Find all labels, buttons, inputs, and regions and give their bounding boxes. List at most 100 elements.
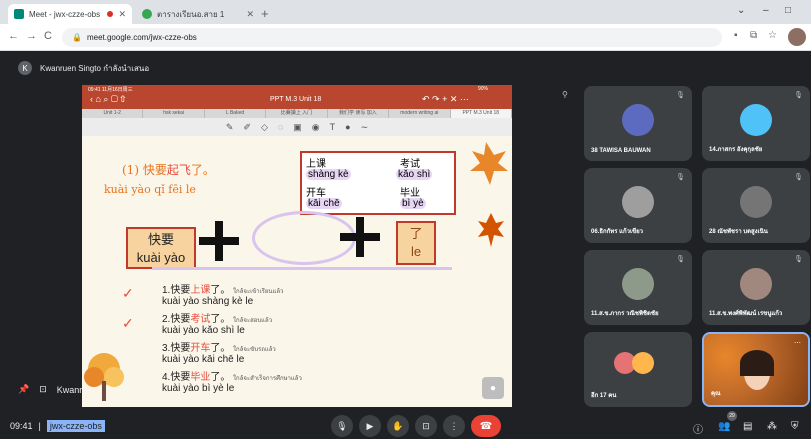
image-tool-icon[interactable]: ▣	[293, 122, 302, 133]
vocab-box: 上课 shàng kè 开车 kāi chē 考试 kǎo shì 毕业 bì …	[300, 151, 456, 215]
box-pinyin: le	[410, 244, 422, 259]
color-dot-icon[interactable]: ●	[345, 122, 350, 132]
participant-name: 06.ธิกกัทร แก้วเขียว	[591, 229, 644, 235]
ppt-doc-tab[interactable]: modern writing ai	[389, 109, 451, 118]
ppt-doc-tab[interactable]: 我们学 读写 加入	[328, 109, 390, 118]
browser-tab-schedule[interactable]: ตารางเรียนอ.สาย 1 ✕	[136, 4, 260, 24]
others-tile[interactable]: อีก 17 คน	[584, 332, 692, 407]
plus-sign-horizontal	[199, 237, 239, 245]
minimize-button[interactable]: –	[763, 5, 769, 16]
recording-dot-icon	[107, 11, 114, 17]
presenter-label: Kwanruen Singto กำลังนำเสนอ	[40, 63, 150, 73]
participant-name: คุณ	[711, 391, 721, 397]
ppt-nav-icons[interactable]: ‹ ⌂ ⌕ ▢ ⇧	[90, 94, 125, 105]
autumn-tree-decoration	[84, 353, 124, 401]
more-options-button[interactable]: ⋮	[443, 415, 465, 437]
host-controls-icon[interactable]: ⛨	[791, 421, 799, 432]
more-options-icon[interactable]: ⋯	[794, 339, 801, 347]
meet-favicon-icon	[14, 9, 24, 19]
avatar	[622, 104, 654, 136]
example-line: 4.快要毕业了。 ใกล้จะสำเร็จการศึกษาแล้ว	[162, 372, 302, 383]
profile-avatar[interactable]	[788, 28, 806, 46]
ppt-title-bar: 09:41 11月16日周三 ‹ ⌂ ⌕ ▢ ⇧ PPT M.3 Unit 18…	[82, 85, 512, 109]
example-line: 2.快要考试了。 ใกล้จะสอบแล้ว	[162, 314, 273, 325]
mic-muted-icon: 🎙	[794, 92, 803, 99]
meeting-code[interactable]: jwx-czze-obs	[46, 420, 105, 432]
example-pinyin: kuài yào bì yè le	[162, 383, 235, 394]
camera-permission-icon[interactable]: ▪	[734, 30, 738, 41]
meeting-info-icon[interactable]: ⓘ	[693, 421, 703, 436]
chat-icon[interactable]: ▤	[743, 421, 752, 432]
ppt-doc-tab[interactable]: PPT M.3 Unit 18	[450, 109, 512, 118]
avatar	[632, 352, 654, 374]
text-tool-icon[interactable]: T	[330, 122, 336, 132]
pin-tile-icon[interactable]: ⚲	[562, 90, 568, 99]
new-tab-button[interactable]: +	[261, 6, 269, 21]
mic-muted-icon: 🎙	[794, 256, 803, 263]
eraser-tool-icon[interactable]: ◇	[261, 122, 268, 133]
checkmark-icon: ✓	[122, 285, 134, 301]
vocab-hanzi: 毕业	[400, 188, 420, 199]
pen-tool-icon[interactable]: ✎	[226, 122, 234, 133]
ppt-doc-tabs: Unit 1-2 hsk sekai L Baked 比賽讀上 入门 我们学 读…	[82, 109, 512, 118]
ppt-battery: 90%	[478, 86, 489, 92]
forward-icon[interactable]: →	[26, 30, 37, 42]
stroke-wave-icon[interactable]: ∼	[361, 122, 369, 133]
lasso-tool-icon[interactable]: ◌	[278, 122, 283, 132]
participant-tile[interactable]: 🎙 11.ส.ข.พงศ์พิพัฒน์ เรขนูแก้ว	[702, 250, 810, 325]
browser-tab-meet[interactable]: Meet - jwx-czze-obs ✕	[8, 4, 132, 24]
example-line: 1.快要上课了。 ใกล้จะเข้าเรียนแล้ว	[162, 285, 284, 296]
camera-tool-icon[interactable]: ◉	[312, 122, 320, 133]
url-text: meet.google.com/jwx-czze-obs	[86, 33, 197, 42]
fullscreen-icon[interactable]: ⊡	[39, 384, 47, 395]
avatar	[622, 186, 654, 218]
participant-tile[interactable]: 🎙 38 TAWISA BAUWAN	[584, 86, 692, 161]
close-tab-icon[interactable]: ✕	[246, 9, 254, 20]
back-icon[interactable]: ←	[8, 30, 19, 42]
presenter-bar: K Kwanruen Singto กำลังนำเสนอ	[18, 58, 149, 78]
ppt-doc-tab[interactable]: Unit 1-2	[82, 109, 144, 118]
plus-sign-horizontal	[340, 233, 380, 241]
ppt-doc-tab[interactable]: hsk sekai	[143, 109, 205, 118]
lock-icon: 🔒	[72, 33, 82, 42]
kuaiyao-box: 快要 kuài yào	[126, 227, 196, 269]
example-pinyin: kuài yào kāi chē le	[162, 354, 245, 365]
vocab-pinyin: bì yè	[400, 198, 426, 209]
address-bar[interactable]: 🔒 meet.google.com/jwx-czze-obs	[62, 28, 722, 47]
ppt-doc-tab[interactable]: 比賽讀上 入门	[266, 109, 328, 118]
example-pinyin: kuài yào kǎo shì le	[162, 325, 245, 336]
vocab-hanzi: 考试	[400, 159, 420, 170]
presentation-footer: 📌 ⊡ Kwanr	[18, 384, 82, 395]
ppt-right-icons[interactable]: ↶ ↷ + ✕ ⋯	[422, 94, 469, 105]
mic-muted-icon: 🎙	[676, 256, 685, 263]
activities-icon[interactable]: ⁂	[767, 421, 777, 432]
ppt-doc-tab[interactable]: L Baked	[205, 109, 267, 118]
pin-icon[interactable]: 📌	[18, 384, 29, 395]
present-screen-button[interactable]: ⊡	[415, 415, 437, 437]
maximize-button[interactable]: □	[785, 5, 791, 16]
bookmark-star-icon[interactable]: ☆	[768, 30, 777, 41]
camera-button[interactable]: ▶	[359, 415, 381, 437]
self-tile[interactable]: ⋯ คุณ	[702, 332, 810, 407]
leave-call-button[interactable]: ☎	[471, 415, 501, 437]
participant-tile[interactable]: 🎙 11.ส.ข.ภากร วณิชพิชิตชัย	[584, 250, 692, 325]
participant-tile[interactable]: 🎙 28 ณัชพัชรา บดสูงเนิน	[702, 168, 810, 243]
meeting-details: 09:41 | jwx-czze-obs	[10, 420, 105, 432]
marker-tool-icon[interactable]: ✐	[243, 122, 251, 133]
participant-name: 11.ส.ข.ภากร วณิชพิชิตชัย	[591, 311, 659, 317]
raise-hand-button[interactable]: ✋	[387, 415, 409, 437]
participant-tile[interactable]: 🎙 06.ธิกกัทร แก้วเขียว	[584, 168, 692, 243]
microphone-button[interactable]: 🎙	[331, 415, 353, 437]
clock-text: 09:41	[10, 421, 33, 431]
self-hair	[740, 350, 774, 376]
people-icon[interactable]: 👥	[718, 421, 730, 432]
reload-icon[interactable]: C	[44, 30, 52, 42]
others-count: อีก 17 คน	[591, 393, 617, 399]
participant-tile[interactable]: 🎙 14.ภาสกร อังคุกุลชัย	[702, 86, 810, 161]
highlight-stroke	[152, 267, 452, 270]
extension-icon[interactable]: ⧉	[750, 30, 757, 41]
tab-search-icon[interactable]: ⌄	[737, 5, 745, 16]
camera-thumbnail-icon[interactable]: ●	[482, 377, 504, 399]
tab-title: ตารางเรียนอ.สาย 1	[157, 9, 225, 19]
close-tab-icon[interactable]: ✕	[118, 9, 126, 20]
